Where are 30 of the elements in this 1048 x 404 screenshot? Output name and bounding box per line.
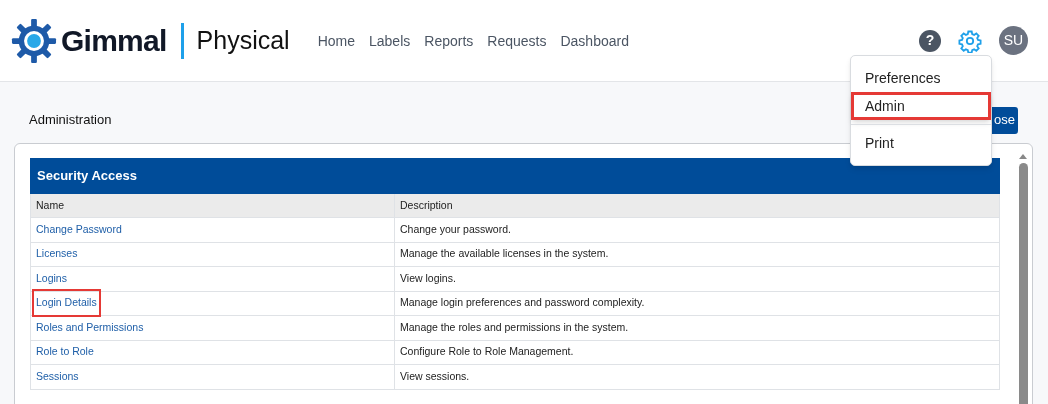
nav-link[interactable]: Home	[317, 31, 355, 52]
name-link[interactable]: Sessions	[35, 365, 80, 388]
name-link[interactable]: Logins	[35, 267, 68, 290]
section-header: Security Access	[30, 158, 1000, 194]
description-text: Manage the available licenses in the system.	[400, 246, 609, 262]
name-link[interactable]: Roles and Permissions	[35, 316, 145, 339]
name-link[interactable]: Change Password	[35, 218, 123, 241]
description-text: Change your password.	[400, 221, 511, 237]
help-button[interactable]: ?	[919, 29, 941, 52]
name-link[interactable]: Login Details	[35, 292, 98, 315]
scroll-up-icon[interactable]	[1018, 152, 1028, 160]
description-text: Manage the roles and permissions in the system.	[400, 319, 629, 335]
name-link[interactable]: Licenses	[35, 243, 79, 266]
description-text: View logins.	[400, 270, 456, 286]
description-text: Configure Role to Role Management.	[400, 344, 574, 360]
nav-link[interactable]: Reports	[424, 31, 474, 52]
name-link[interactable]: Role to Role	[35, 341, 95, 364]
nav-link[interactable]: Dashboard	[560, 31, 629, 52]
nav-link[interactable]: Requests	[487, 31, 547, 52]
column-header: Description	[395, 194, 999, 218]
gear-logo-icon	[11, 17, 57, 64]
menu-item[interactable]: Preferences	[851, 64, 991, 92]
nav-link[interactable]: Labels	[369, 31, 411, 52]
description-text: View sessions.	[400, 368, 470, 384]
column-header: Name	[31, 194, 395, 218]
product-name: Physical	[196, 24, 290, 56]
description-text: Manage login preferences and password complexity.	[400, 295, 645, 311]
logo-text: Gimmal	[61, 23, 167, 59]
page-title: Administration	[29, 111, 112, 130]
user-avatar[interactable]: SU	[999, 26, 1028, 55]
